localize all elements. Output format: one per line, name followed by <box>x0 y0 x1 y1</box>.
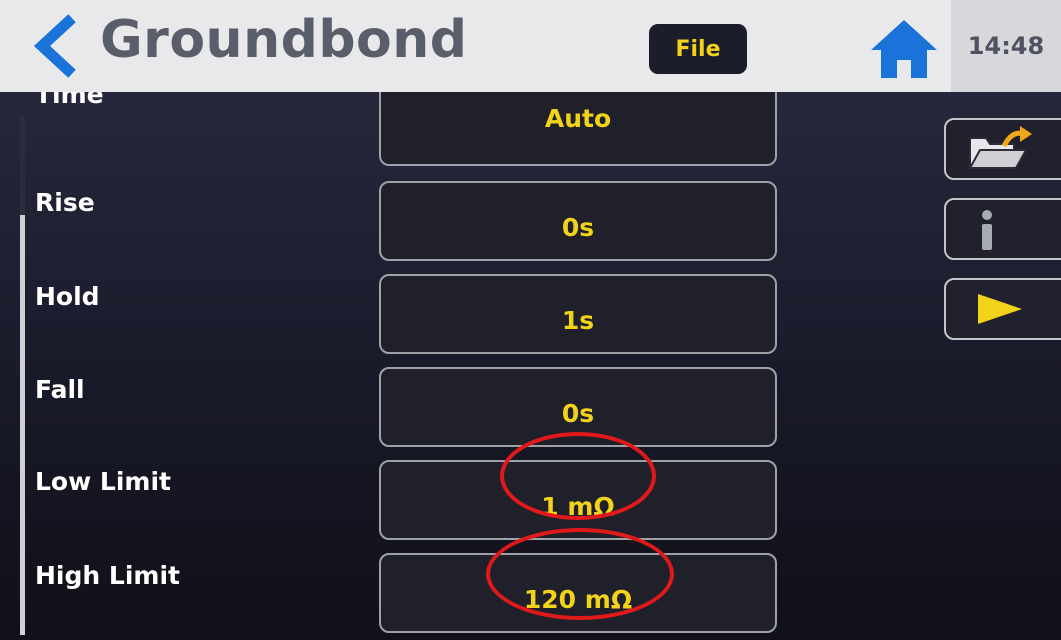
clock: 14:48 <box>951 0 1061 92</box>
hold-value: 1s <box>561 305 595 335</box>
fall-label: Fall <box>35 375 85 404</box>
hold-label: Hold <box>35 282 100 311</box>
clock-time: 14:48 <box>967 32 1045 60</box>
home-icon <box>871 20 937 78</box>
high-limit-label: High Limit <box>35 561 180 590</box>
low-limit-value: 1 mΩ <box>541 491 615 521</box>
high-limit-value: 120 mΩ <box>523 584 633 614</box>
high-limit-value-field[interactable]: 120 mΩ <box>379 553 777 633</box>
rise-value-field[interactable]: 0s <box>379 181 777 261</box>
folder-open-icon <box>968 126 1032 169</box>
low-limit-value-field[interactable]: 1 mΩ <box>379 460 777 540</box>
rise-value: 0s <box>561 212 595 242</box>
fall-value-field[interactable]: 0s <box>379 367 777 447</box>
hold-value-field[interactable]: 1s <box>379 274 777 354</box>
play-icon <box>978 294 1022 324</box>
chevron-left-icon <box>33 14 76 78</box>
open-file-button[interactable] <box>944 118 1061 180</box>
info-button[interactable] <box>944 198 1061 260</box>
home-button[interactable] <box>869 18 939 80</box>
time-label: Time <box>35 92 104 109</box>
time-value: Auto <box>544 103 612 133</box>
run-test-button[interactable] <box>944 278 1061 340</box>
fall-value: 0s <box>561 398 595 428</box>
rise-label: Rise <box>35 188 95 217</box>
page-title: Groundbond <box>100 10 468 70</box>
time-value-field[interactable]: Auto <box>379 92 777 166</box>
file-button[interactable]: File <box>649 24 747 74</box>
header-bar: Groundbond File 14:48 <box>0 0 1061 92</box>
low-limit-label: Low Limit <box>35 467 171 496</box>
back-button[interactable] <box>26 14 86 78</box>
info-icon <box>982 210 992 250</box>
